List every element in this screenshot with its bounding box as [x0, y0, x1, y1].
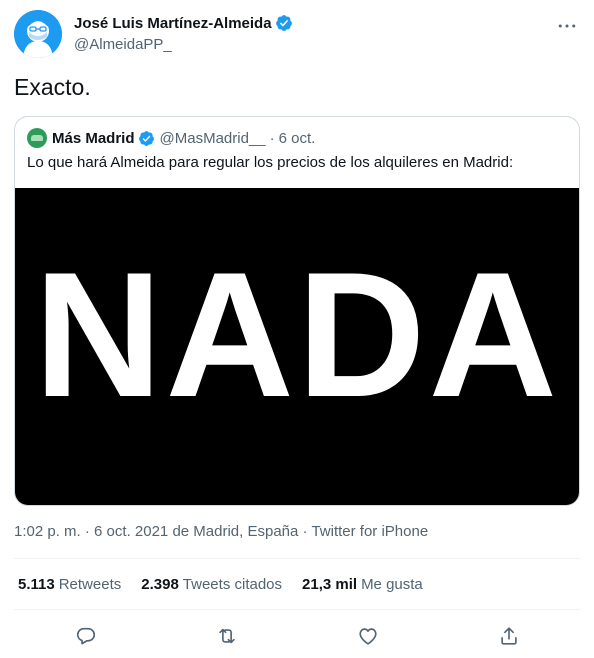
quoted-tweet[interactable]: Más Madrid @MasMadrid__ · 6 oct. Lo que …	[14, 116, 580, 506]
retweet-icon	[219, 628, 235, 644]
quoted-handle[interactable]: @MasMadrid__	[160, 130, 266, 147]
divider	[14, 558, 580, 559]
quoted-tweet-header: Más Madrid @MasMadrid__ · 6 oct.	[27, 128, 315, 148]
divider	[14, 609, 580, 610]
quoted-tweet-text: Lo que hará Almeida para regular los pre…	[27, 154, 514, 171]
author-names: José Luis Martínez-Almeida @AlmeidaPP_	[74, 13, 293, 53]
quote-tweets-stat[interactable]: 2.398 Tweets citados	[141, 576, 282, 593]
likes-stat[interactable]: 21,3 mil Me gusta	[302, 576, 423, 593]
retweets-label: Retweets	[58, 576, 122, 593]
heart-icon	[359, 628, 377, 645]
quoted-author-avatar[interactable]	[27, 128, 47, 148]
tweet-stats: 5.113 Retweets 2.398 Tweets citados 21,3 m…	[18, 576, 423, 593]
like-button[interactable]	[351, 620, 385, 652]
tweet-time-link[interactable]: 1:02 p. m.	[14, 523, 81, 540]
quote-tweets-label: Tweets citados	[182, 576, 283, 593]
quoted-display-name[interactable]: Más Madrid	[52, 130, 135, 147]
likes-label: Me gusta	[361, 576, 423, 593]
share-button[interactable]	[492, 620, 526, 652]
tweet-metadata: 1:02 p. m. · 6 oct. 2021 de Madrid, Espa…	[14, 523, 428, 540]
tweet-header: José Luis Martínez-Almeida @AlmeidaPP_	[14, 10, 580, 62]
quoted-separator: ·	[269, 129, 275, 147]
tweet-text: Exacto.	[14, 74, 91, 100]
avatar-portrait-icon	[14, 10, 62, 58]
author-display-name[interactable]: José Luis Martínez-Almeida	[74, 15, 272, 32]
quoted-verified-badge-icon	[138, 130, 154, 146]
meta-separator: ·	[302, 523, 308, 540]
likes-count: 21,3 mil	[302, 576, 358, 593]
retweet-button[interactable]	[210, 620, 244, 652]
more-options-button[interactable]	[554, 16, 580, 36]
tweet-date-location-link[interactable]: 6 oct. 2021 de Madrid, España	[94, 523, 298, 540]
quote-tweets-count: 2.398	[141, 576, 179, 593]
retweets-stat[interactable]: 5.113 Retweets	[18, 576, 121, 593]
author-avatar[interactable]	[14, 10, 62, 58]
display-name-row: José Luis Martínez-Almeida	[74, 13, 293, 33]
quoted-avatar-logo-icon	[31, 135, 43, 141]
more-dots-icon	[558, 24, 576, 28]
verified-badge-icon	[275, 15, 292, 31]
reply-icon	[76, 627, 96, 645]
quoted-media-image[interactable]: NADA	[15, 188, 579, 505]
reply-button[interactable]	[69, 620, 103, 652]
tweet-actions	[14, 620, 580, 652]
author-handle[interactable]: @AlmeidaPP_	[74, 36, 293, 53]
meta-separator: ·	[84, 523, 90, 540]
tweet-source-link[interactable]: Twitter for iPhone	[311, 523, 428, 540]
quoted-timestamp[interactable]: 6 oct.	[279, 130, 316, 147]
media-image-text: NADA	[33, 235, 561, 434]
retweets-count: 5.113	[18, 576, 55, 593]
share-icon	[501, 627, 517, 645]
